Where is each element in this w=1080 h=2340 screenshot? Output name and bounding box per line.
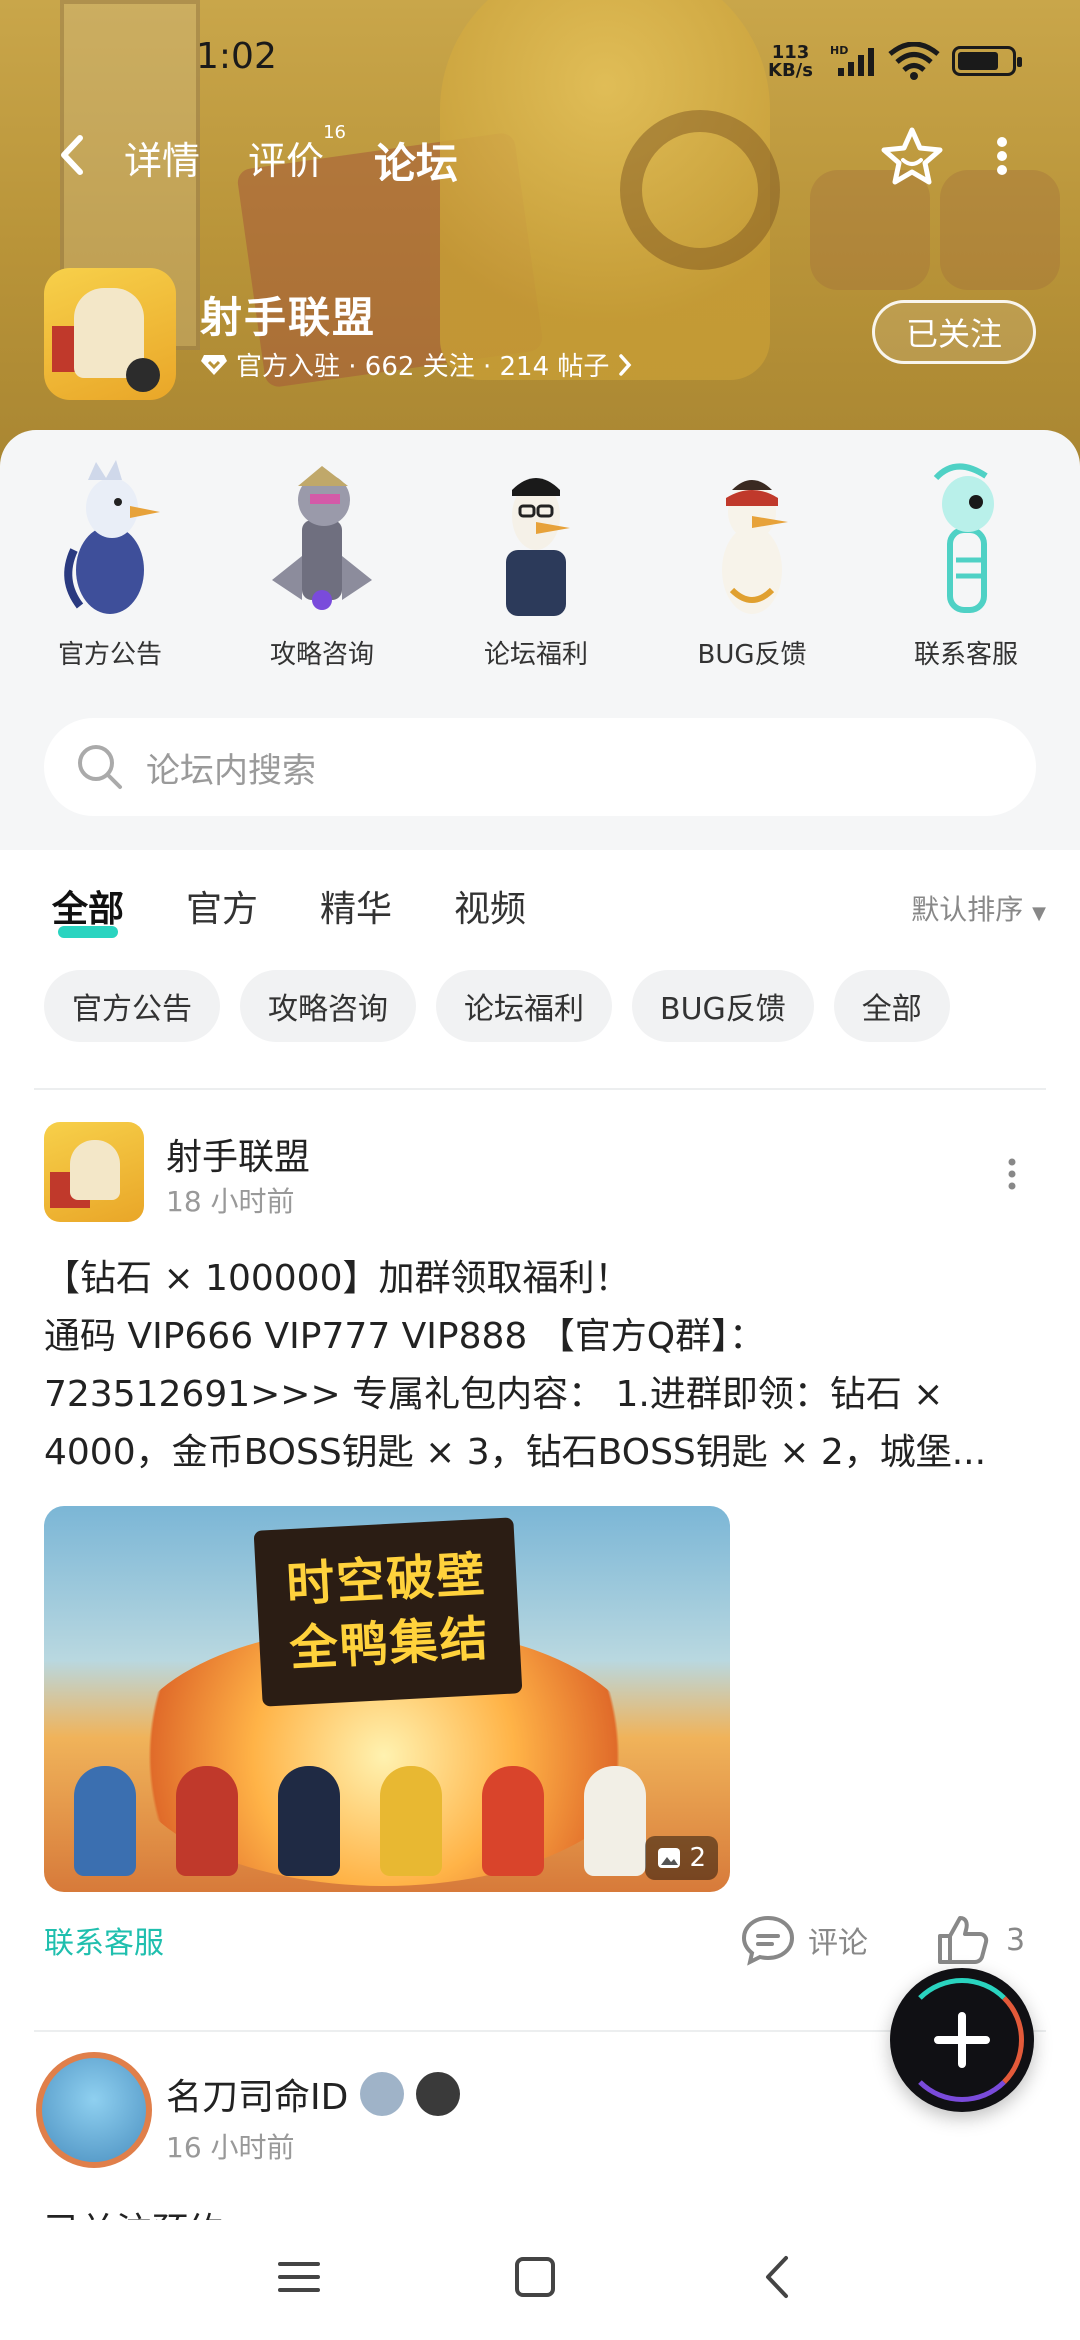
- reviews-count-badge: 16: [323, 122, 347, 143]
- post-author: 名刀司命ID: [166, 2077, 349, 2118]
- game-info: 射手联盟 官方入驻 · 662 关注 · 214 帖子 已关注: [0, 262, 1080, 402]
- category-avatar-icon: [506, 478, 570, 616]
- status-bar: 1:02 113 KB/s HD: [0, 0, 1080, 120]
- post-actions: 联系客服 评论 3: [0, 1910, 1080, 1970]
- gallery-icon: [658, 1848, 681, 1868]
- category-label: BUG反馈: [697, 640, 807, 670]
- author-avatar[interactable]: [36, 2052, 152, 2168]
- post-title: 【钻石 × 100000】加群领取福利！: [44, 1258, 631, 1299]
- like-button[interactable]: 3: [936, 1914, 1025, 1966]
- signal-icon: HD: [830, 44, 874, 76]
- post-author[interactable]: 射手联盟: [166, 1128, 310, 1180]
- battery-icon: [952, 46, 1022, 76]
- back-icon[interactable]: [756, 2254, 802, 2300]
- system-nav-bar: [0, 2220, 1080, 2340]
- filter-tab-video[interactable]: 视频: [454, 880, 526, 932]
- chip-bug-report[interactable]: BUG反馈: [632, 970, 814, 1042]
- plus-icon: [934, 2012, 990, 2068]
- search-input[interactable]: 论坛内搜索: [146, 743, 316, 792]
- chip-all[interactable]: 全部: [833, 970, 950, 1042]
- caret-down-icon: ▼: [1032, 903, 1046, 924]
- network-speed-unit: KB/s: [768, 60, 813, 81]
- post-author-row[interactable]: 名刀司命ID: [166, 2068, 461, 2120]
- filter-tab-featured[interactable]: 精华: [320, 880, 392, 932]
- category-avatar-icon: [64, 460, 160, 614]
- chip-strategy[interactable]: 攻略咨询: [240, 970, 416, 1042]
- follow-button[interactable]: 已关注: [872, 300, 1036, 364]
- post-text-line: 4000，金币BOSS钥匙 × 3，钻石BOSS钥匙 × 2，城堡...: [44, 1432, 987, 1473]
- home-icon[interactable]: [512, 2254, 558, 2300]
- sort-label: 默认排序: [911, 893, 1024, 926]
- game-app-icon[interactable]: [44, 268, 176, 400]
- category-avatar-icon: [722, 480, 788, 614]
- network-speed: 113 KB/s: [768, 44, 813, 80]
- category-avatar-icon: [933, 463, 994, 613]
- developer-badge-icon: [416, 2072, 461, 2116]
- sort-dropdown[interactable]: 默认排序 ▼: [911, 888, 1046, 928]
- chip-official-notice[interactable]: 官方公告: [44, 970, 220, 1042]
- post-more-icon[interactable]: [1004, 1158, 1020, 1190]
- game-title: 射手联盟: [200, 293, 377, 342]
- top-nav: 详情 评价 16 论坛: [0, 110, 1080, 200]
- verified-diamond-icon: [201, 354, 227, 375]
- category-label: 联系客服: [913, 640, 1018, 670]
- tab-forum[interactable]: 论坛: [374, 130, 466, 197]
- forum-panel: 官方公告 攻略咨询 论坛福利 BUG反馈 联系客服 论坛内搜索: [0, 430, 1080, 850]
- category-label: 官方公告: [57, 640, 162, 670]
- post-filter-tabs: 全部 官方 精华 视频 默认排序 ▼: [0, 870, 1080, 950]
- tab-reviews[interactable]: 评价 16: [248, 122, 346, 185]
- new-post-button[interactable]: [890, 1968, 1034, 2112]
- comment-button[interactable]: 评论: [740, 1914, 868, 1966]
- post-text-line: 723512691>>> 专属礼包内容： 1.进群即领：钻石 ×: [44, 1374, 944, 1415]
- tab-reviews-label: 评价: [248, 139, 325, 183]
- image-title-art: 时空破壁 全鸭集结: [253, 1517, 523, 1707]
- favorite-star-icon[interactable]: [880, 126, 944, 186]
- chevron-right-icon: [619, 353, 632, 376]
- thumbs-up-icon: [938, 1916, 989, 1964]
- game-meta[interactable]: 官方入驻 · 662 关注 · 214 帖子: [200, 346, 633, 383]
- search-icon: [78, 745, 122, 789]
- category-bug-report[interactable]: BUG反馈: [662, 460, 842, 671]
- author-avatar[interactable]: [44, 1122, 144, 1222]
- image-count: 2: [689, 1843, 706, 1873]
- category-avatar-icon: [272, 466, 372, 610]
- more-options-icon[interactable]: [990, 136, 1014, 176]
- status-time: 1:02: [196, 36, 277, 77]
- comment-label: 评论: [808, 1926, 868, 1961]
- back-arrow-icon[interactable]: [50, 130, 94, 180]
- filter-tab-label: 全部: [52, 889, 125, 930]
- filter-tab-official[interactable]: 官方: [186, 880, 258, 932]
- post-time: 16 小时前: [166, 2131, 295, 2164]
- post-image[interactable]: 时空破壁 全鸭集结 2: [44, 1506, 730, 1892]
- category-chips: 官方公告 攻略咨询 论坛福利 BUG反馈 全部: [44, 970, 950, 1042]
- filter-tab-all[interactable]: 全部: [52, 880, 125, 938]
- image-characters: [74, 1766, 646, 1876]
- tab-details[interactable]: 详情: [124, 130, 200, 185]
- post-time: 18 小时前: [166, 1185, 295, 1218]
- comment-icon: [741, 1915, 795, 1966]
- svg-text:HD: HD: [830, 44, 848, 57]
- category-label: 论坛福利: [483, 640, 588, 670]
- like-count: 3: [1006, 1922, 1026, 1958]
- game-meta-text: 官方入驻 · 662 关注 · 214 帖子: [236, 352, 610, 382]
- tab-forum-label: 论坛: [374, 139, 459, 188]
- level-badge-icon: [360, 2072, 405, 2116]
- category-customer-service[interactable]: 联系客服: [876, 460, 1056, 671]
- category-welfare[interactable]: 论坛福利: [446, 460, 626, 671]
- chip-welfare[interactable]: 论坛福利: [436, 970, 612, 1042]
- post-tag-link[interactable]: 联系客服: [44, 1918, 164, 1962]
- divider: [34, 1088, 1046, 1090]
- forum-search-bar[interactable]: 论坛内搜索: [44, 718, 1036, 816]
- image-count-badge: 2: [645, 1836, 718, 1880]
- post-content[interactable]: 【钻石 × 100000】加群领取福利！ 通码 VIP666 VIP777 VI…: [44, 1250, 1044, 1482]
- post-text-line: 通码 VIP666 VIP777 VIP888 【官方Q群】：: [44, 1316, 766, 1357]
- category-row: 官方公告 攻略咨询 论坛福利 BUG反馈 联系客服: [0, 460, 1080, 680]
- image-title-line: 全鸭集结: [288, 1610, 492, 1678]
- category-label: 攻略咨询: [269, 640, 374, 670]
- wifi-icon: [888, 42, 940, 80]
- image-title-line: 时空破壁: [284, 1546, 488, 1614]
- category-official-notice[interactable]: 官方公告: [20, 460, 200, 671]
- category-strategy[interactable]: 攻略咨询: [232, 460, 412, 671]
- menu-icon[interactable]: [276, 2254, 322, 2300]
